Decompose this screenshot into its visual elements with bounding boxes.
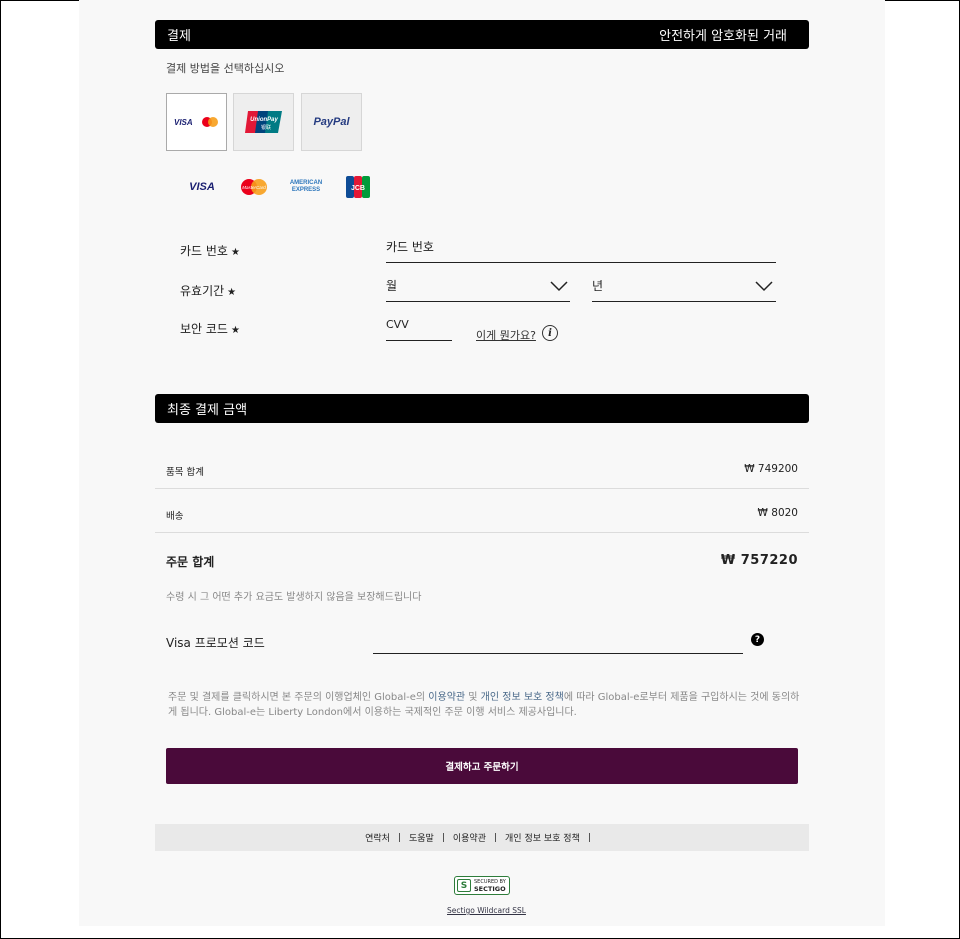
amex-brand-icon: AMERICAN EXPRESS — [289, 180, 323, 193]
summary-header-bar: 최종 결제 금액 — [155, 394, 809, 423]
svg-text:MasterCard: MasterCard — [242, 185, 266, 190]
promo-code-input[interactable] — [373, 653, 743, 654]
cvv-help-link[interactable]: 이게 뭔가요? — [476, 327, 536, 343]
card-number-input[interactable]: 카드 번호 — [386, 238, 434, 255]
mastercard-brand-icon: MasterCard — [234, 174, 274, 200]
cvv-input[interactable]: CVV — [386, 318, 409, 331]
footer-links: 연락처 | 도움말 | 이용약관 | 개인 정보 보호 정책 | — [155, 824, 809, 851]
secure-transaction-label: 안전하게 암호화된 거래 — [659, 29, 787, 44]
expiry-label: 유효기간 ★ — [180, 284, 237, 298]
order-total-value: ₩ 757220 — [720, 553, 798, 568]
pay-and-order-button[interactable]: 결제하고 주문하기 — [166, 748, 798, 784]
items-total-value: ₩ 749200 — [744, 463, 798, 475]
terms-link[interactable]: 이용약관 — [428, 692, 465, 703]
footer-link-contact[interactable]: 연락처 — [365, 831, 390, 844]
expiry-year-select[interactable]: 년 — [592, 277, 603, 294]
svg-text:VISA: VISA — [174, 118, 193, 127]
sectigo-badge[interactable]: S SECURED BY SECTIGO — [454, 876, 510, 895]
privacy-policy-link[interactable]: 개인 정보 보호 정책 — [481, 692, 564, 703]
expiry-month-underline — [386, 301, 570, 302]
sectigo-ssl-link[interactable]: Sectigo Wildcard SSL — [447, 906, 526, 915]
summary-divider — [155, 532, 809, 533]
shipping-value: ₩ 8020 — [757, 507, 798, 519]
summary-divider — [155, 488, 809, 489]
payment-header-title: 결제 — [167, 29, 191, 44]
paypal-icon: PayPal — [313, 116, 350, 128]
summary-header-title: 최종 결제 금액 — [167, 403, 248, 418]
footer-link-help[interactable]: 도움말 — [409, 831, 434, 844]
jcb-brand-icon: JCB — [344, 174, 372, 200]
payment-header-bar: 결제 안전하게 암호화된 거래 — [155, 20, 809, 49]
guarantee-note: 수령 시 그 어떤 추가 요금도 발생하지 않음을 보장해드립니다 — [166, 592, 422, 603]
footer-link-privacy[interactable]: 개인 정보 보호 정책 — [505, 831, 580, 844]
chevron-down-icon[interactable] — [550, 280, 568, 292]
required-star-icon: ★ — [227, 287, 237, 298]
question-icon[interactable]: ? — [751, 633, 764, 646]
card-number-label: 카드 번호 ★ — [180, 244, 240, 258]
promo-code-label: Visa 프로모션 코드 — [166, 636, 265, 650]
svg-text:银联: 银联 — [260, 124, 270, 131]
footer-link-terms[interactable]: 이용약관 — [453, 831, 486, 844]
payment-method-unionpay[interactable]: UnionPay 银联 — [233, 93, 294, 151]
sectigo-shield-icon: S — [457, 879, 471, 892]
payment-method-card[interactable]: VISA — [166, 93, 227, 151]
payment-method-paypal[interactable]: PayPal — [301, 93, 362, 151]
visa-mastercard-icon: VISA — [174, 117, 218, 127]
info-icon[interactable]: i — [542, 325, 558, 341]
payment-method-prompt: 결제 방법을 선택하십시오 — [166, 62, 285, 75]
card-number-underline — [386, 262, 776, 263]
required-star-icon: ★ — [230, 325, 240, 336]
chevron-down-icon[interactable] — [755, 280, 773, 292]
cvv-underline — [386, 340, 452, 341]
items-total-label: 품목 합계 — [166, 467, 204, 478]
unionpay-icon: UnionPay 银联 — [244, 111, 282, 133]
order-total-label: 주문 합계 — [166, 555, 215, 569]
expiry-month-select[interactable]: 월 — [386, 277, 397, 294]
security-code-label: 보안 코드 ★ — [180, 322, 240, 336]
legal-text: 주문 및 결제를 클릭하시면 본 주문의 이행업체인 Global-e의 이용약… — [168, 692, 800, 718]
expiry-year-underline — [592, 301, 776, 302]
shipping-label: 배송 — [166, 511, 184, 522]
svg-text:UnionPay: UnionPay — [250, 117, 278, 123]
ssl-badge-brand-text: SECTIGO — [474, 884, 506, 893]
svg-text:JCB: JCB — [351, 185, 365, 192]
required-star-icon: ★ — [230, 247, 240, 258]
visa-brand-icon: VISA — [189, 181, 215, 193]
